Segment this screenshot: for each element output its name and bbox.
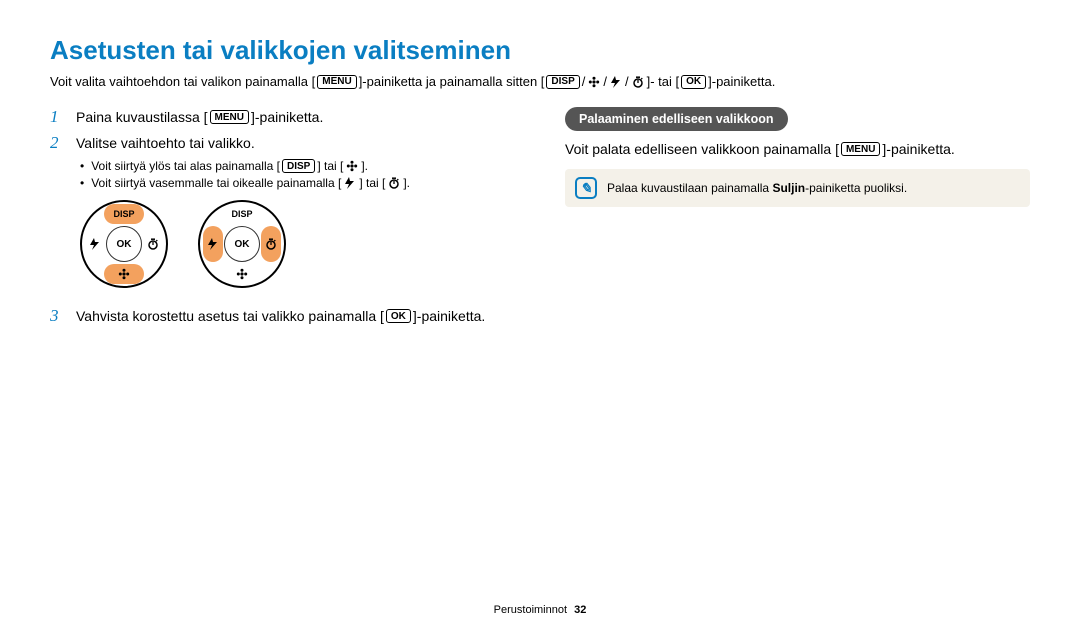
disp-icon: DISP <box>546 75 579 89</box>
flash-segment <box>203 226 223 262</box>
step-1: 1 Paina kuvaustilassa [ MENU ]-painikett… <box>50 107 515 127</box>
intro-part3: ]- tai [ <box>647 74 680 89</box>
footer-page: 32 <box>574 604 586 616</box>
flash-icon <box>609 75 623 89</box>
flash-segment <box>85 226 105 262</box>
step-number: 3 <box>50 306 66 326</box>
macro-segment <box>222 264 262 284</box>
step1-b: ]-painiketta. <box>251 109 323 125</box>
disp-segment: DISP <box>104 204 144 224</box>
note-bold: Suljin <box>772 181 805 195</box>
nav-wheel-diagram: DISP OK DISP OK <box>80 200 515 288</box>
b2-a: Voit siirtyä vasemmalle tai oikealle pai… <box>91 176 341 190</box>
info-icon: ✎ <box>575 177 597 199</box>
disp-segment: DISP <box>222 204 262 224</box>
step3-a: Vahvista korostettu asetus tai valikko p… <box>76 308 384 324</box>
ok-icon: OK <box>386 309 411 323</box>
bullet-leftright: Voit siirtyä vasemmalle tai oikealle pai… <box>80 176 515 190</box>
timer-icon <box>387 176 401 190</box>
b1-b: ] tai [ <box>317 159 343 173</box>
menu-icon: MENU <box>841 142 880 156</box>
note-text: Palaa kuvaustilaan painamalla Suljin-pai… <box>607 181 907 195</box>
step1-a: Paina kuvaustilassa [ <box>76 109 208 125</box>
menu-icon: MENU <box>210 110 249 124</box>
b2-b: ] tai [ <box>359 176 385 190</box>
step-number: 2 <box>50 133 66 153</box>
b1-c: ]. <box>361 159 368 173</box>
info-note: ✎ Palaa kuvaustilaan painamalla Suljin-p… <box>565 169 1030 207</box>
left-column: 1 Paina kuvaustilassa [ MENU ]-painikett… <box>50 107 515 332</box>
intro-part1: Voit valita vaihtoehdon tai valikon pain… <box>50 74 315 89</box>
step3-b: ]-painiketta. <box>413 308 485 324</box>
menu-icon: MENU <box>317 75 356 89</box>
step2-text: Valitse vaihtoehto tai valikko. <box>76 135 255 151</box>
step-number: 1 <box>50 107 66 127</box>
ok-center: OK <box>106 226 142 262</box>
footer-section: Perustoiminnot <box>494 604 567 616</box>
timer-segment <box>143 226 163 262</box>
page-footer: Perustoiminnot 32 <box>0 604 1080 616</box>
wheel-horizontal: DISP OK <box>198 200 286 288</box>
ok-center: OK <box>224 226 260 262</box>
disp-icon: DISP <box>282 159 315 173</box>
intro-text: Voit valita vaihtoehdon tai valikon pain… <box>50 74 1030 89</box>
note-b: -painiketta puoliksi. <box>805 181 907 195</box>
flash-icon <box>343 176 357 190</box>
step-3: 3 Vahvista korostettu asetus tai valikko… <box>50 306 515 326</box>
timer-segment <box>261 226 281 262</box>
return-text: Voit palata edelliseen valikkoon painama… <box>565 141 1030 157</box>
macro-flower-icon <box>587 75 601 89</box>
timer-icon <box>631 75 645 89</box>
b2-c: ]. <box>403 176 410 190</box>
macro-flower-icon <box>345 159 359 173</box>
right-column: Palaaminen edelliseen valikkoon Voit pal… <box>565 107 1030 332</box>
return-b: ]-painiketta. <box>882 141 954 157</box>
page-title: Asetusten tai valikkojen valitseminen <box>50 35 1030 66</box>
note-a: Palaa kuvaustilaan painamalla <box>607 181 772 195</box>
b1-a: Voit siirtyä ylös tai alas painamalla [ <box>91 159 280 173</box>
intro-part4: ]-painiketta. <box>708 74 775 89</box>
step-2: 2 Valitse vaihtoehto tai valikko. <box>50 133 515 153</box>
return-a: Voit palata edelliseen valikkoon painama… <box>565 141 839 157</box>
ok-icon: OK <box>681 75 706 89</box>
wheel-vertical: DISP OK <box>80 200 168 288</box>
macro-segment <box>104 264 144 284</box>
bullet-updown: Voit siirtyä ylös tai alas painamalla [ … <box>80 159 515 173</box>
subsection-pill: Palaaminen edelliseen valikkoon <box>565 107 788 131</box>
intro-part2: ]-painiketta ja painamalla sitten [ <box>359 74 545 89</box>
